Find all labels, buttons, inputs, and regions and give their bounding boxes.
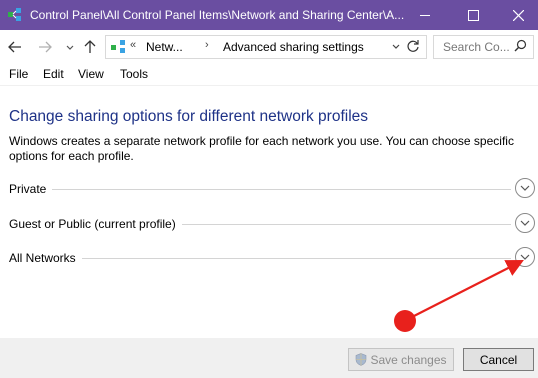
breadcrumb-separator[interactable]: › [205, 39, 209, 51]
chevron-down-icon [392, 44, 400, 49]
minimize-button[interactable] [402, 0, 448, 30]
address-bar[interactable]: « Netw... › Advanced sharing settings [105, 35, 427, 59]
network-icon [111, 40, 125, 53]
up-button[interactable] [84, 40, 96, 54]
refresh-button[interactable] [406, 39, 420, 53]
expand-guest-public-chevron-icon[interactable] [515, 213, 535, 233]
recent-locations-button[interactable] [66, 45, 74, 51]
profile-private[interactable]: Private [9, 178, 538, 200]
network-app-icon [8, 8, 21, 21]
breadcrumb-network[interactable]: Netw... [146, 40, 183, 54]
page-title: Change sharing options for different net… [9, 108, 369, 125]
close-button[interactable] [495, 0, 538, 30]
menu-edit[interactable]: Edit [43, 67, 64, 81]
annotation-arrow [411, 260, 524, 318]
divider [9, 189, 511, 190]
expand-all-networks-chevron-icon[interactable] [515, 247, 535, 267]
menu-tools[interactable]: Tools [120, 67, 148, 81]
address-dropdown-button[interactable] [389, 39, 403, 55]
cancel-label: Cancel [479, 352, 518, 367]
expand-private-chevron-icon[interactable] [515, 178, 535, 198]
close-icon [512, 9, 524, 21]
search-input[interactable]: Search Co... [433, 35, 534, 59]
divider [9, 258, 511, 259]
uac-shield-icon [356, 353, 367, 366]
profile-label-private[interactable]: Private [9, 182, 53, 196]
button-bar: Save changes Cancel [0, 338, 538, 378]
maximize-icon [467, 9, 479, 21]
menu-view[interactable]: View [78, 67, 104, 81]
page-description: Windows creates a separate network profi… [9, 134, 514, 163]
navigation-bar: « Netw... › Advanced sharing settings Se… [0, 30, 538, 63]
search-icon [514, 39, 527, 52]
back-button[interactable] [8, 40, 22, 54]
title-bar: Control Panel\All Control Panel Items\Ne… [0, 0, 538, 30]
maximize-button[interactable] [450, 0, 496, 30]
annotation-dot [394, 310, 416, 332]
profile-label-all-networks[interactable]: All Networks [9, 251, 82, 265]
menu-file[interactable]: File [9, 67, 28, 81]
breadcrumb-overflow[interactable]: « [130, 39, 136, 51]
breadcrumb-advanced-sharing[interactable]: Advanced sharing settings [223, 40, 364, 54]
profile-all-networks[interactable]: All Networks [9, 247, 538, 269]
forward-button[interactable] [38, 40, 52, 54]
search-placeholder: Search Co... [443, 40, 510, 54]
menu-bar: File Edit View Tools [0, 63, 538, 86]
minimize-icon [420, 14, 430, 16]
window-title: Control Panel\All Control Panel Items\Ne… [30, 8, 405, 22]
profile-guest-public[interactable]: Guest or Public (current profile) [9, 213, 538, 235]
save-changes-label: Save changes [370, 352, 447, 367]
profile-label-guest-public[interactable]: Guest or Public (current profile) [9, 217, 182, 231]
save-changes-button[interactable]: Save changes [348, 348, 454, 371]
cancel-button[interactable]: Cancel [463, 348, 534, 371]
